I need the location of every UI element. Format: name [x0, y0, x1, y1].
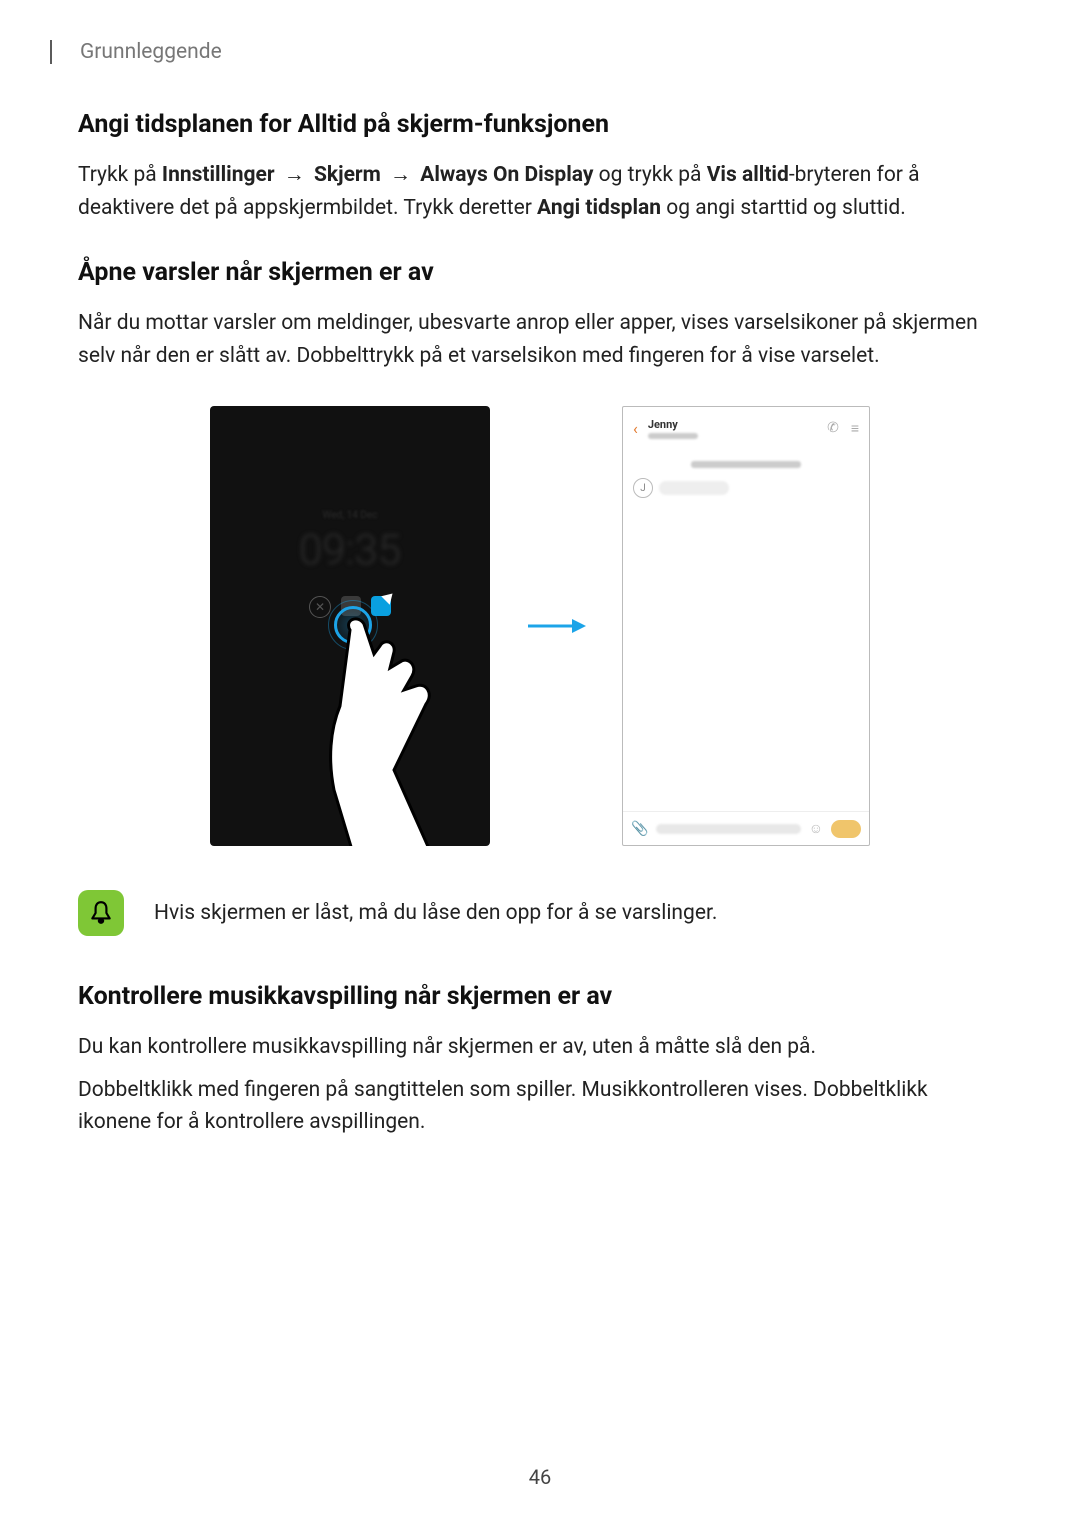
arrow-sep-1: → — [279, 163, 310, 187]
messages-body: J — [623, 449, 869, 506]
back-icon: ‹ — [633, 419, 638, 438]
date-separator-blur — [691, 461, 801, 468]
input-placeholder-blur — [656, 824, 800, 834]
chapter-title: Grunnleggende — [50, 40, 222, 64]
send-button — [831, 820, 861, 838]
section3-p2: Dobbeltklikk med fingeren på sangtittele… — [78, 1074, 1002, 1139]
illustration-row: Wed, 14 Dec 09:35 ✕ ‹ Jenny — [78, 406, 1002, 846]
section1-t4: og angi starttid og sluttid. — [661, 196, 906, 220]
call-icon: ✆ — [827, 420, 839, 437]
section1-b4: Vis alltid — [707, 163, 789, 187]
page-content: Angi tidsplanen for Alltid på skjerm-fun… — [78, 110, 1002, 1173]
contact-avatar: J — [633, 478, 653, 498]
section1-paragraph: Trykk på Innstillinger → Skjerm → Always… — [78, 159, 1002, 224]
section1-b2: Skjerm — [314, 163, 381, 187]
transition-arrow-icon — [526, 619, 586, 633]
note-callout: Hvis skjermen er låst, må du låse den op… — [78, 890, 1002, 936]
page-number: 46 — [529, 1465, 551, 1489]
messages-header: ‹ Jenny ✆ ≡ — [623, 407, 869, 449]
section2-heading: Åpne varsler når skjermen er av — [78, 258, 1002, 287]
message-bubble-blur — [659, 481, 729, 495]
contact-name: Jenny — [648, 418, 817, 431]
section3-heading: Kontrollere musikkavspilling når skjerme… — [78, 982, 1002, 1011]
attach-icon: 📎 — [631, 821, 648, 837]
hand-icon — [324, 610, 490, 846]
message-input-bar: 📎 ☺ — [623, 811, 869, 845]
section1-b1: Innstillinger — [162, 163, 275, 187]
section1-heading: Angi tidsplanen for Alltid på skjerm-fun… — [78, 110, 1002, 139]
note-bell-icon — [78, 890, 124, 936]
messages-screen: ‹ Jenny ✆ ≡ J 📎 ☺ — [622, 406, 870, 846]
emoji-icon: ☺ — [809, 820, 823, 837]
section1-b5: Angi tidsplan — [537, 196, 661, 220]
section3-p1: Du kan kontrollere musikkavspilling når … — [78, 1031, 1002, 1064]
aod-time: 09:35 — [299, 526, 401, 575]
menu-icon: ≡ — [851, 420, 859, 437]
arrow-sep-2: → — [385, 163, 416, 187]
header-actions: ✆ ≡ — [827, 420, 859, 437]
section1-t2: og trykk på — [593, 163, 706, 187]
section1-t1: Trykk på — [78, 163, 162, 187]
contact-title: Jenny — [648, 418, 817, 439]
section1-b3: Always On Display — [420, 163, 593, 187]
message-row: J — [633, 478, 859, 498]
contact-subtitle-blur — [648, 433, 698, 439]
double-tap-gesture — [328, 606, 488, 846]
aod-day: Wed, 14 Dec — [323, 510, 378, 521]
section2-paragraph: Når du mottar varsler om meldinger, ubes… — [78, 307, 1002, 372]
note-text: Hvis skjermen er låst, må du låse den op… — [154, 901, 717, 925]
aod-screen: Wed, 14 Dec 09:35 ✕ — [210, 406, 490, 846]
